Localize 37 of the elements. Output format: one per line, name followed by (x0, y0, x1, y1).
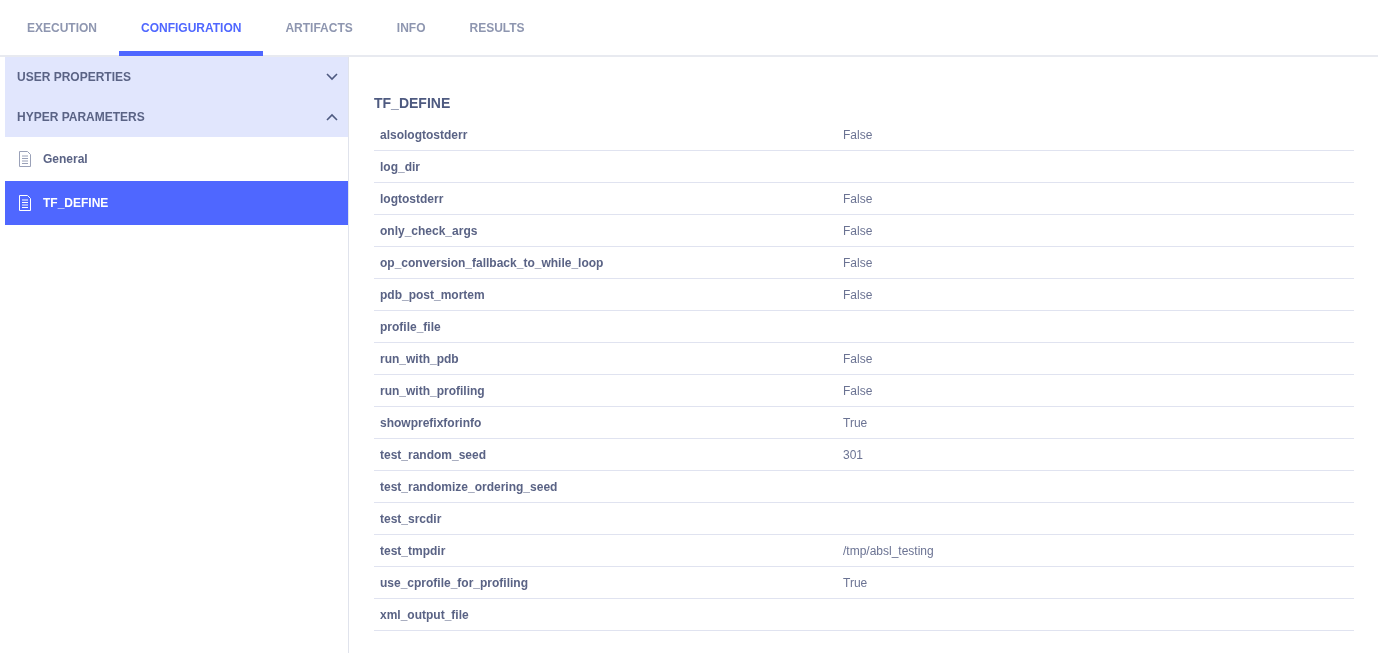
parameter-value: 301 (843, 446, 864, 464)
parameter-name: run_with_pdb (379, 350, 460, 368)
parameter-name: use_cprofile_for_profiling (379, 574, 530, 592)
parameter-name: alsologtostderr (379, 126, 469, 144)
document-icon (18, 195, 32, 211)
parameter-name: test_random_seed (379, 446, 488, 464)
sidebar-item[interactable]: TF_DEFINE (5, 181, 348, 225)
parameter-name: run_with_profiling (379, 382, 486, 400)
parameter-value: False (843, 382, 873, 400)
parameter-name: only_check_args (379, 222, 479, 240)
parameter-name: showprefixforinfo (379, 414, 483, 432)
parameter-name: profile_file (379, 318, 442, 336)
parameter-name: test_srcdir (379, 510, 443, 528)
parameter-name: xml_output_file (379, 606, 470, 624)
parameter-name: log_dir (379, 158, 421, 176)
tab[interactable]: RESULTS (447, 0, 547, 56)
parameter-value: False (843, 286, 873, 304)
tab[interactable]: ARTIFACTS (263, 0, 375, 56)
parameter-name: test_tmpdir (379, 542, 447, 560)
parameter-value: False (843, 254, 873, 272)
parameter-value: False (843, 190, 873, 208)
parameter-name: test_randomize_ordering_seed (379, 478, 559, 496)
parameter-name: logtostderr (379, 190, 445, 208)
section-header[interactable]: HYPER PARAMETERS (5, 97, 348, 137)
parameter-name: op_conversion_fallback_to_while_loop (379, 254, 605, 272)
parameter-value: True (843, 574, 868, 592)
document-icon (18, 151, 32, 167)
tab[interactable]: EXECUTION (5, 0, 119, 56)
parameter-value: /tmp/absl_testing (843, 542, 934, 560)
parameter-value: False (843, 126, 873, 144)
parameter-value: False (843, 222, 873, 240)
section-title: TF_DEFINE (374, 94, 452, 113)
parameter-name: pdb_post_mortem (379, 286, 486, 304)
section-header[interactable]: USER PROPERTIES (5, 57, 348, 97)
tab[interactable]: INFO (374, 0, 448, 56)
parameter-value: False (843, 350, 873, 368)
parameter-value: True (843, 414, 868, 432)
